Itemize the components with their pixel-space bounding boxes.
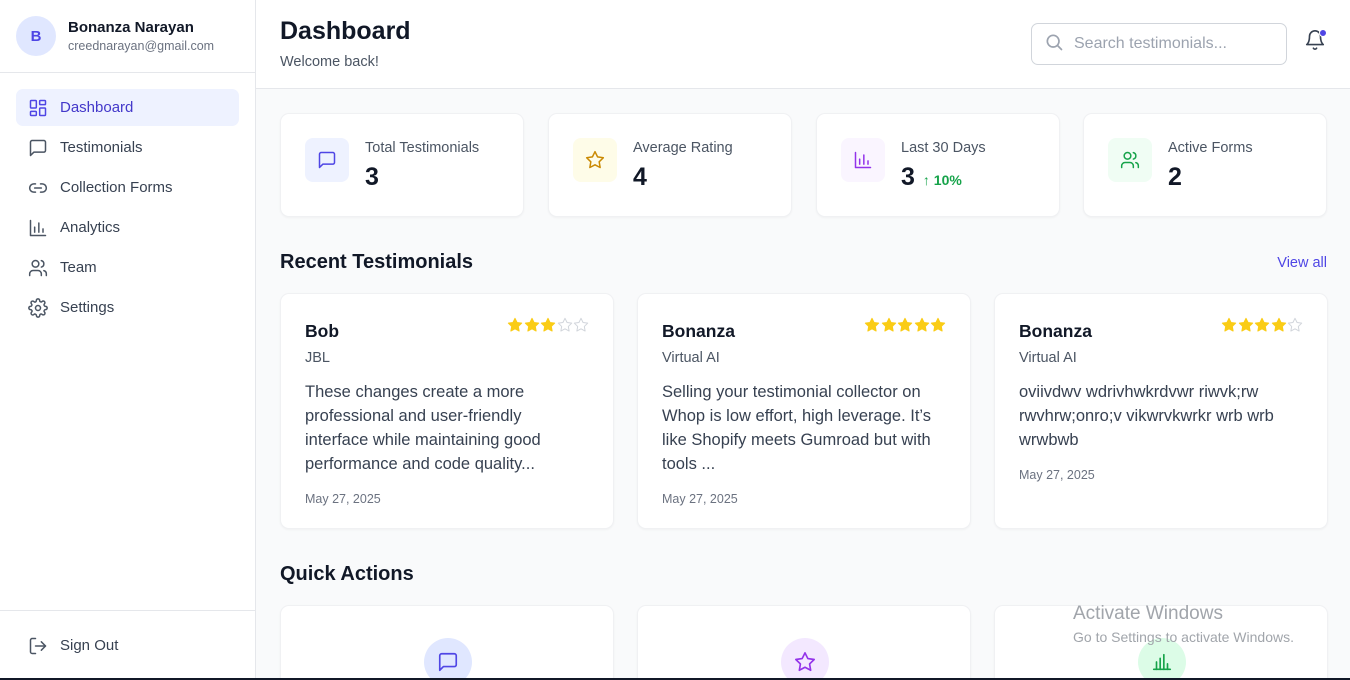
sidebar-nav: Dashboard Testimonials Collection Forms … (0, 73, 255, 345)
star-filled-icon (1221, 317, 1237, 332)
users-icon (1108, 138, 1152, 182)
testimonial-card[interactable]: Bonanza Virtual AI Selling your testimon… (637, 293, 971, 529)
dashboard-icon (28, 98, 48, 118)
star-filled-icon (1254, 317, 1270, 332)
search-icon (1044, 32, 1064, 57)
testimonial-company: Virtual AI (1019, 350, 1077, 366)
users-icon (28, 258, 48, 278)
star-filled-icon (864, 317, 880, 332)
view-all-link[interactable]: View all (1277, 255, 1327, 271)
stat-number: 2 (1168, 163, 1182, 191)
stat-card-last-30-days: Last 30 Days 3 ↑ 10% (816, 113, 1060, 217)
star-empty-icon (557, 317, 572, 332)
stat-label: Total Testimonials (365, 140, 480, 156)
testimonial-company: Virtual AI (662, 350, 720, 366)
stat-value: 2 (1168, 163, 1182, 192)
stat-card-average-rating: Average Rating 4 (548, 113, 792, 217)
avatar[interactable]: B (16, 16, 56, 56)
user-email: creednarayan@gmail.com (68, 38, 215, 53)
quick-actions-title: Quick Actions (280, 563, 414, 585)
stat-value: 3 (365, 163, 379, 192)
testimonial-date: May 27, 2025 (662, 492, 738, 506)
sidebar-item-label: Analytics (60, 219, 121, 236)
stat-label: Active Forms (1168, 140, 1253, 156)
stat-value: 4 (633, 163, 647, 192)
star-rating (507, 317, 590, 333)
message-icon (28, 138, 48, 158)
sidebar-item-label: Collection Forms (60, 179, 173, 196)
star-empty-icon (573, 317, 589, 332)
testimonial-text: These changes create a more professional… (305, 383, 541, 473)
bar-chart-icon (1138, 638, 1186, 680)
sidebar-item-dashboard[interactable]: Dashboard (16, 89, 239, 126)
sidebar-item-collection-forms[interactable]: Collection Forms (16, 169, 239, 206)
search-box[interactable] (1031, 23, 1287, 65)
sign-out-label: Sign Out (60, 637, 119, 654)
testimonial-text: Selling your testimonial collector on Wh… (662, 383, 932, 473)
user-name: Bonanza Narayan (68, 18, 194, 36)
sidebar: B Bonanza Narayan creednarayan@gmail.com… (0, 0, 256, 680)
testimonial-date: May 27, 2025 (305, 492, 381, 506)
testimonial-card[interactable]: Bob JBL These changes create a more prof… (280, 293, 614, 529)
stat-value: 3 ↑ 10% (901, 163, 962, 192)
stat-number: 3 (901, 163, 915, 191)
testimonial-text: oviivdwv wdrivhwkrdvwr riwvk;rw rwvhrw;o… (1019, 383, 1274, 449)
testimonial-company: JBL (305, 350, 330, 366)
gear-icon (28, 297, 48, 318)
bar-chart-icon (841, 138, 885, 182)
notification-dot (1319, 29, 1327, 37)
sidebar-item-label: Team (60, 259, 97, 276)
link-icon (28, 178, 48, 198)
star-filled-icon (930, 317, 946, 332)
stat-label: Average Rating (633, 140, 733, 156)
sidebar-item-label: Settings (60, 299, 115, 316)
quick-action-card[interactable] (637, 605, 971, 680)
star-icon (781, 638, 829, 680)
top-header: Dashboard Welcome back! (256, 0, 1350, 89)
star-filled-icon (897, 317, 913, 332)
arrow-up-icon: ↑ (922, 172, 934, 188)
message-icon (424, 638, 472, 680)
stat-change: ↑ 10% (923, 172, 962, 188)
user-profile[interactable]: B Bonanza Narayan creednarayan@gmail.com (0, 0, 255, 73)
sidebar-item-label: Dashboard (60, 99, 134, 116)
star-empty-icon (1287, 317, 1303, 332)
star-filled-icon (524, 317, 539, 332)
sidebar-item-analytics[interactable]: Analytics (16, 209, 239, 246)
testimonial-card[interactable]: Bonanza Virtual AI oviivdwv wdrivhwkrdvw… (994, 293, 1328, 529)
logout-icon (28, 636, 48, 656)
testimonial-date: May 27, 2025 (1019, 468, 1095, 482)
sign-out-button[interactable]: Sign Out (16, 627, 239, 664)
bar-chart-icon (28, 218, 48, 238)
sidebar-item-team[interactable]: Team (16, 249, 239, 286)
page-subtitle: Welcome back! (280, 54, 379, 70)
sidebar-item-settings[interactable]: Settings (16, 289, 239, 326)
star-rating (864, 317, 947, 333)
bell-icon (1304, 30, 1326, 55)
sidebar-item-testimonials[interactable]: Testimonials (16, 129, 239, 166)
star-filled-icon (1271, 317, 1286, 332)
stat-number: 3 (365, 163, 379, 191)
sidebar-item-label: Testimonials (60, 139, 143, 156)
stat-number: 4 (633, 163, 647, 191)
star-filled-icon (540, 317, 556, 332)
stat-card-total-testimonials: Total Testimonials 3 (280, 113, 524, 217)
star-filled-icon (881, 317, 896, 332)
star-icon (573, 138, 617, 182)
stat-label: Last 30 Days (901, 140, 986, 156)
star-filled-icon (507, 317, 523, 332)
stat-card-active-forms: Active Forms 2 (1083, 113, 1327, 217)
quick-action-card[interactable] (280, 605, 614, 680)
page-title: Dashboard (280, 17, 411, 45)
star-filled-icon (914, 317, 929, 332)
stat-change-value: 10% (933, 172, 962, 188)
star-rating (1221, 317, 1304, 333)
search-input[interactable] (1074, 35, 1274, 53)
quick-action-card[interactable] (994, 605, 1328, 680)
message-icon (305, 138, 349, 182)
notifications-button[interactable] (1304, 29, 1328, 53)
star-filled-icon (1238, 317, 1253, 332)
recent-testimonials-title: Recent Testimonials (280, 251, 474, 273)
sidebar-footer: Sign Out (0, 610, 255, 680)
